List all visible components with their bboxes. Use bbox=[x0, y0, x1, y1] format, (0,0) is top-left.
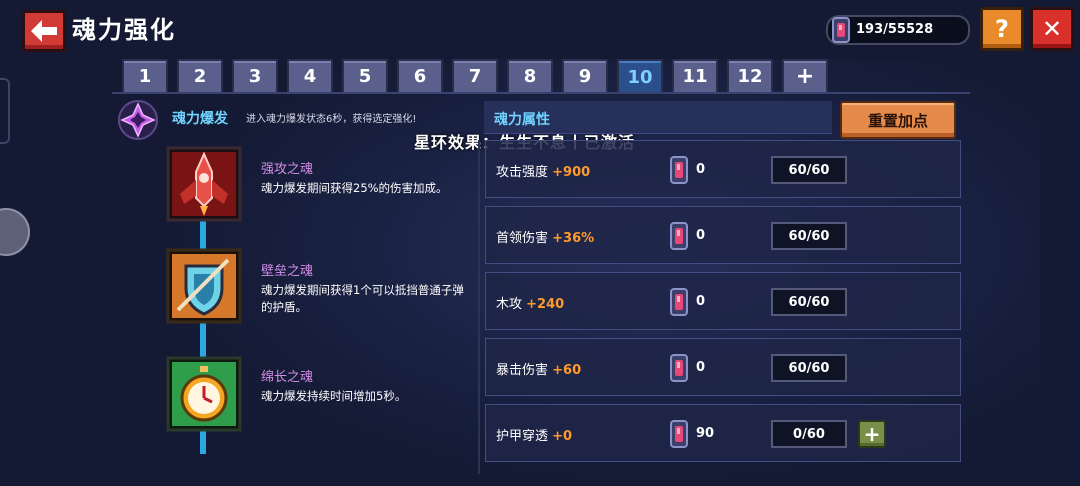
attribute-cost: 0 bbox=[696, 294, 706, 309]
attribute-name: 首领伤害 +36% bbox=[496, 227, 594, 246]
tab-add[interactable]: + bbox=[782, 59, 828, 92]
burst-title: 魂力爆发 bbox=[172, 111, 228, 127]
arrow-left-icon bbox=[31, 20, 57, 42]
soul-slot-bulwark[interactable] bbox=[166, 248, 242, 324]
tab-6[interactable]: 6 bbox=[397, 59, 443, 92]
tab-10[interactable]: 10 bbox=[617, 59, 663, 94]
attribute-level: 60/60 bbox=[771, 222, 847, 250]
soul-slot-enduring[interactable] bbox=[166, 356, 242, 432]
soul-slot-strike[interactable] bbox=[166, 146, 242, 222]
tab-12[interactable]: 12 bbox=[727, 59, 773, 92]
attribute-header: 魂力属性 bbox=[484, 101, 832, 134]
soul-desc-strike: 魂力爆发期间获得25%的伤害加成。 bbox=[261, 181, 448, 195]
stopwatch-icon bbox=[166, 356, 242, 432]
attribute-cost: 0 bbox=[696, 162, 706, 177]
soul-burst-icon bbox=[118, 100, 158, 140]
soul-name-bulwark: 壁垒之魂 bbox=[261, 264, 314, 279]
tab-3[interactable]: 3 bbox=[232, 59, 278, 92]
attribute-row: 护甲穿透 +0 90 0/60 + bbox=[485, 404, 961, 462]
top-bar: 魂力强化 193/55528 ? ✕ bbox=[0, 0, 1080, 56]
soul-gem-icon bbox=[670, 288, 688, 316]
attribute-header-label: 魂力属性 bbox=[494, 112, 550, 128]
soul-gem-icon bbox=[670, 354, 688, 382]
soul-gem-icon bbox=[670, 420, 688, 448]
currency-value: 193/55528 bbox=[856, 22, 934, 37]
attribute-bonus: +36% bbox=[552, 231, 595, 246]
cost-gem bbox=[666, 353, 692, 387]
attribute-label: 暴击伤害 bbox=[496, 363, 549, 378]
shield-icon bbox=[166, 248, 242, 324]
burst-description: 进入魂力爆发状态6秒，获得选定强化! bbox=[246, 114, 417, 125]
soul-name-enduring: 绵长之魂 bbox=[261, 370, 314, 385]
panel-divider bbox=[478, 140, 480, 474]
page-title: 魂力强化 bbox=[72, 16, 176, 44]
soul-gem-icon bbox=[670, 222, 688, 250]
attribute-name: 暴击伤害 +60 bbox=[496, 359, 581, 378]
tab-5[interactable]: 5 bbox=[342, 59, 388, 92]
close-button[interactable]: ✕ bbox=[1030, 7, 1074, 51]
attribute-label: 攻击强度 bbox=[496, 165, 549, 180]
attribute-level: 60/60 bbox=[771, 156, 847, 184]
back-button[interactable] bbox=[22, 10, 66, 52]
attribute-cost: 90 bbox=[696, 426, 715, 441]
attribute-cost: 0 bbox=[696, 228, 706, 243]
side-panel-handle[interactable] bbox=[0, 78, 10, 144]
attribute-name: 攻击强度 +900 bbox=[496, 161, 590, 180]
attribute-level: 60/60 bbox=[771, 354, 847, 382]
attribute-label: 首领伤害 bbox=[496, 231, 549, 246]
soul-gem-icon bbox=[670, 156, 688, 184]
soul-gem-icon bbox=[832, 17, 850, 43]
tab-2[interactable]: 2 bbox=[177, 59, 223, 92]
attribute-name: 木攻 +240 bbox=[496, 293, 564, 312]
attribute-bonus: +60 bbox=[552, 363, 582, 378]
attribute-bonus: +240 bbox=[526, 297, 565, 312]
attribute-level: 60/60 bbox=[771, 288, 847, 316]
cost-gem bbox=[666, 221, 692, 255]
tab-9[interactable]: 9 bbox=[562, 59, 608, 92]
page-tabs: 1 2 3 4 5 6 7 8 9 10 11 12 + bbox=[122, 59, 837, 94]
attribute-label: 木攻 bbox=[496, 297, 523, 312]
attribute-bonus: +0 bbox=[552, 429, 573, 444]
soul-desc-enduring: 魂力爆发持续时间增加5秒。 bbox=[261, 389, 407, 403]
reset-points-button[interactable]: 重置加点 bbox=[840, 101, 956, 139]
tab-11[interactable]: 11 bbox=[672, 59, 718, 92]
soul-currency-display: 193/55528 bbox=[826, 15, 970, 45]
add-point-button[interactable]: + bbox=[858, 420, 886, 448]
cost-gem bbox=[666, 155, 692, 189]
attribute-row: 首领伤害 +36% 0 60/60 bbox=[485, 206, 961, 264]
attribute-row: 暴击伤害 +60 0 60/60 bbox=[485, 338, 961, 396]
soul-desc-bulwark: 魂力爆发期间获得1个可以抵挡普通子弹的护盾。 bbox=[261, 283, 464, 314]
attribute-name: 护甲穿透 +0 bbox=[496, 425, 572, 444]
attribute-bonus: +900 bbox=[552, 165, 591, 180]
tab-4[interactable]: 4 bbox=[287, 59, 333, 92]
rocket-icon bbox=[166, 146, 242, 222]
attribute-row: 攻击强度 +900 0 60/60 bbox=[485, 140, 961, 198]
soul-name-strike: 强攻之魂 bbox=[261, 162, 314, 177]
cost-gem bbox=[666, 287, 692, 321]
cost-gem bbox=[666, 419, 692, 453]
attribute-cost: 0 bbox=[696, 360, 706, 375]
tab-7[interactable]: 7 bbox=[452, 59, 498, 92]
attribute-row: 木攻 +240 0 60/60 bbox=[485, 272, 961, 330]
tab-1[interactable]: 1 bbox=[122, 59, 168, 92]
tab-8[interactable]: 8 bbox=[507, 59, 553, 92]
help-button[interactable]: ? bbox=[980, 7, 1024, 51]
side-avatar-icon[interactable] bbox=[0, 208, 30, 256]
attribute-label: 护甲穿透 bbox=[496, 429, 549, 444]
attribute-level: 0/60 bbox=[771, 420, 847, 448]
